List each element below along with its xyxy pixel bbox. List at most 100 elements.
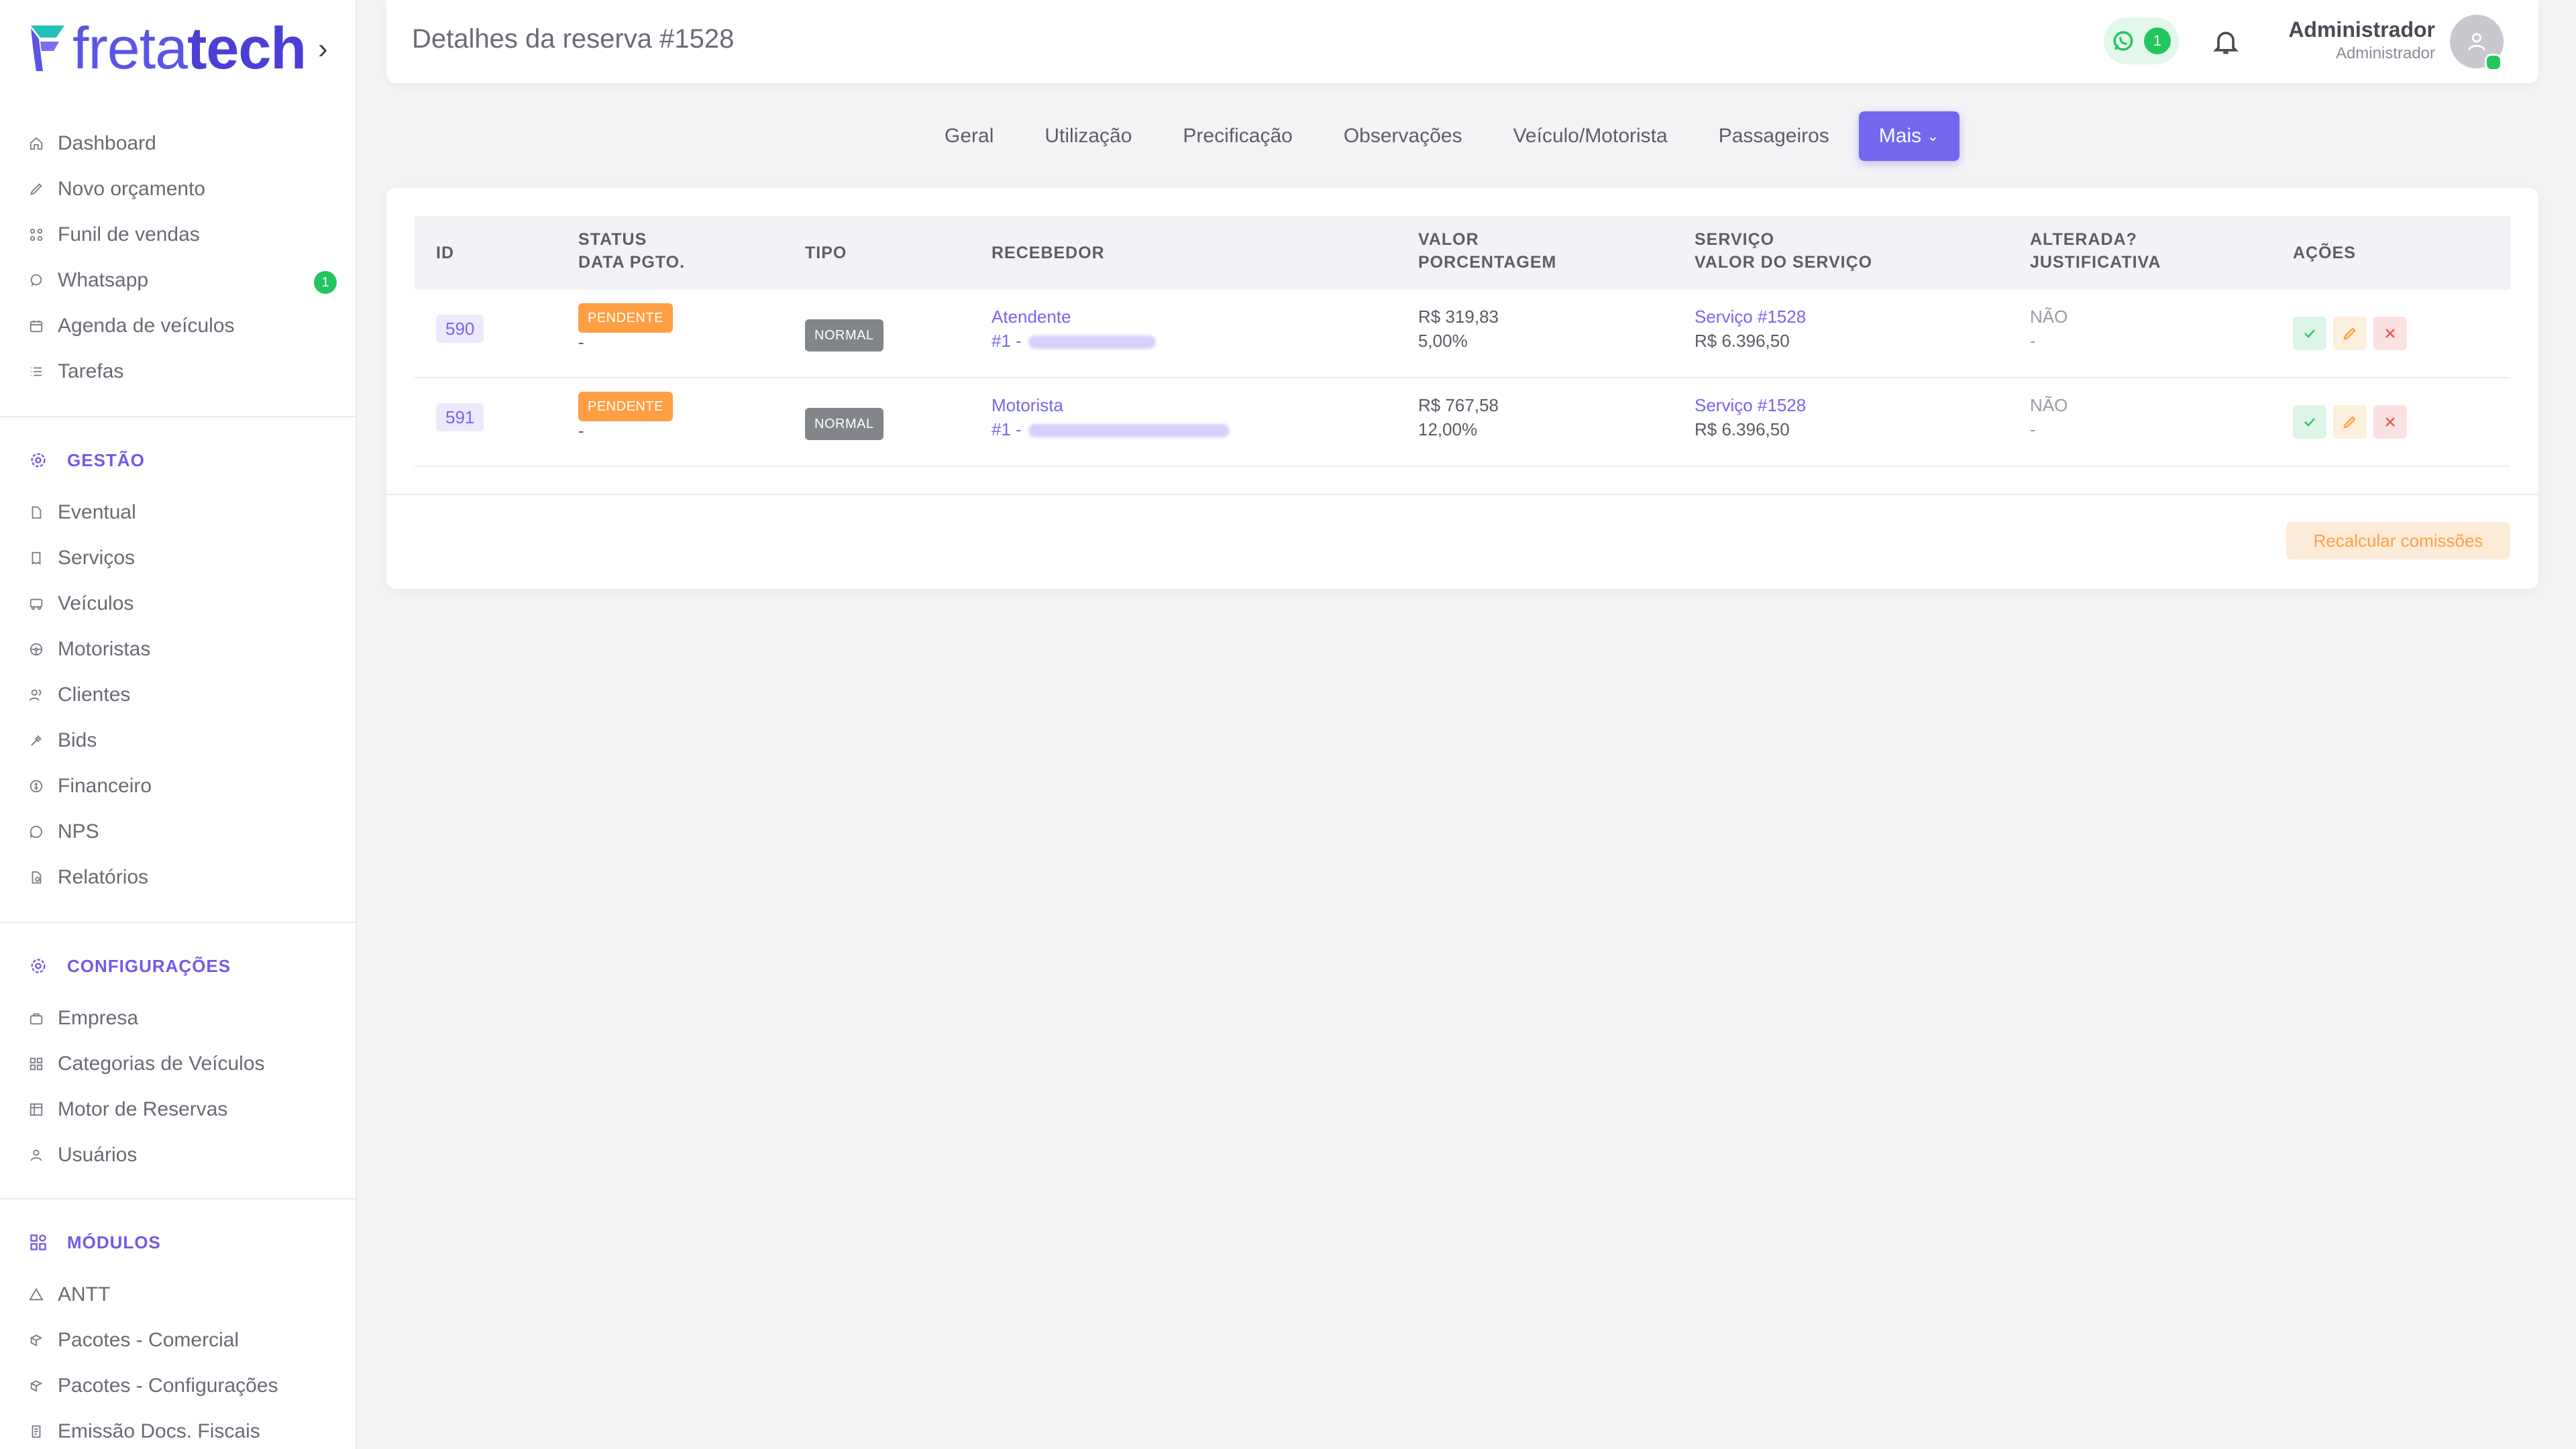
tab-geral[interactable]: Geral bbox=[919, 111, 1019, 161]
sidebar-item-label: Dashboard bbox=[58, 132, 156, 154]
package-icon bbox=[28, 1378, 44, 1394]
delete-button[interactable] bbox=[2373, 317, 2407, 350]
approve-button[interactable] bbox=[2293, 405, 2326, 439]
sidebar-item-antt[interactable]: ANTT bbox=[0, 1272, 356, 1318]
col-status: STATUS bbox=[578, 230, 647, 249]
sidebar-item-emissao-docs-fiscais[interactable]: Emissão Docs. Fiscais bbox=[0, 1409, 356, 1449]
recalculate-commissions-button[interactable]: Recalcular comissões bbox=[2286, 522, 2510, 559]
col-justificativa: JUSTIFICATIVA bbox=[2030, 253, 2161, 272]
page-title: Detalhes da reserva #1528 bbox=[412, 24, 735, 54]
brand-logo[interactable]: fretatech bbox=[27, 15, 307, 82]
menu-gestao: Eventual Serviços Veículos Motoristas Cl… bbox=[0, 490, 356, 900]
col-valor-do-servico: VALOR DO SERVIÇO bbox=[1695, 253, 1873, 272]
tab-observacoes[interactable]: Observações bbox=[1318, 111, 1488, 161]
col-alterada: ALTERADA? bbox=[2030, 230, 2137, 249]
sidebar-item-pacotes-configuracoes[interactable]: Pacotes - Configurações bbox=[0, 1363, 356, 1409]
edit-button[interactable] bbox=[2333, 405, 2367, 439]
sidebar-item-categorias-de-veiculos[interactable]: Categorias de Veículos bbox=[0, 1041, 356, 1087]
calendar-icon bbox=[28, 318, 44, 334]
gavel-icon bbox=[28, 733, 44, 749]
sidebar-item-novo-orcamento[interactable]: Novo orçamento bbox=[0, 166, 356, 212]
recipient-name-link[interactable]: #1 - bbox=[991, 417, 1230, 441]
approve-button[interactable] bbox=[2293, 317, 2326, 350]
payment-date: - bbox=[578, 421, 584, 441]
type-badge: NORMAL bbox=[805, 319, 883, 352]
altered-flag: NÃO bbox=[2030, 395, 2068, 415]
chat-icon bbox=[28, 272, 44, 288]
check-icon bbox=[2304, 329, 2315, 338]
sidebar-item-financeiro[interactable]: Financeiro bbox=[0, 763, 356, 809]
recipient-name-link[interactable]: #1 - bbox=[991, 329, 1156, 353]
tab-precificacao[interactable]: Precificação bbox=[1157, 111, 1318, 161]
delete-button[interactable] bbox=[2373, 405, 2407, 439]
service-link[interactable]: Serviço #1528 bbox=[1695, 393, 1806, 417]
service-link[interactable]: Serviço #1528 bbox=[1695, 305, 1806, 329]
tab-veiculo-motorista[interactable]: Veículo/Motorista bbox=[1488, 111, 1693, 161]
package-icon bbox=[28, 1332, 44, 1348]
recipient-role-link[interactable]: Motorista bbox=[991, 393, 1063, 417]
sidebar-item-pacotes-comercial[interactable]: Pacotes - Comercial bbox=[0, 1318, 356, 1363]
sidebar-item-motoristas[interactable]: Motoristas bbox=[0, 627, 356, 672]
sidebar-item-clientes[interactable]: Clientes bbox=[0, 672, 356, 718]
list-icon bbox=[28, 364, 44, 380]
building-icon bbox=[28, 1010, 44, 1026]
sidebar-item-motor-de-reservas[interactable]: Motor de Reservas bbox=[0, 1087, 356, 1132]
user-icon bbox=[28, 1147, 44, 1163]
sidebar-item-label: NPS bbox=[58, 820, 99, 843]
sidebar-item-label: Serviços bbox=[58, 547, 136, 569]
commission-value: R$ 319,83 bbox=[1418, 307, 1499, 327]
edit-button[interactable] bbox=[2333, 317, 2367, 350]
pencil-icon bbox=[2343, 327, 2356, 340]
menu-top: Dashboard Novo orçamento Funil de vendas… bbox=[0, 121, 356, 394]
receipt-icon bbox=[28, 550, 44, 566]
sidebar-item-whatsapp[interactable]: Whatsapp 1 bbox=[0, 258, 356, 303]
sidebar-item-label: Agenda de veículos bbox=[58, 315, 235, 337]
whatsapp-button[interactable]: 1 bbox=[2104, 17, 2179, 64]
sidebar-item-funil-de-vendas[interactable]: Funil de vendas bbox=[0, 212, 356, 258]
col-id: ID bbox=[436, 244, 454, 262]
sidebar-item-label: Empresa bbox=[58, 1007, 139, 1029]
sidebar-item-bids[interactable]: Bids bbox=[0, 718, 356, 763]
whatsapp-icon bbox=[2113, 31, 2133, 51]
sidebar-item-empresa[interactable]: Empresa bbox=[0, 996, 356, 1041]
menu-modulos: ANTT Pacotes - Comercial Pacotes - Confi… bbox=[0, 1272, 356, 1449]
commissions-table: ID STATUS DATA PGTO. TIPO RECEBEDOR VALO… bbox=[415, 216, 2510, 467]
sidebar-item-eventual[interactable]: Eventual bbox=[0, 490, 356, 535]
top-header: Detalhes da reserva #1528 1 Administrado… bbox=[386, 0, 2538, 83]
sidebar-item-nps[interactable]: NPS bbox=[0, 809, 356, 855]
sidebar-item-usuarios[interactable]: Usuários bbox=[0, 1132, 356, 1178]
sidebar-item-label: Whatsapp bbox=[58, 269, 149, 291]
tab-utilizacao[interactable]: Utilização bbox=[1019, 111, 1157, 161]
commission-id-badge[interactable]: 591 bbox=[436, 403, 484, 431]
sidebar-item-dashboard[interactable]: Dashboard bbox=[0, 121, 356, 166]
sidebar-item-label: Tarefas bbox=[58, 360, 124, 382]
commission-percentage: 12,00% bbox=[1418, 419, 1478, 439]
collapse-sidebar-chevron-icon[interactable]: › bbox=[318, 32, 328, 66]
recipient-ref: #1 - bbox=[991, 419, 1022, 439]
sidebar-item-label: Motoristas bbox=[58, 638, 151, 660]
whatsapp-count-badge: 1 bbox=[2144, 28, 2171, 54]
gear-icon bbox=[28, 956, 48, 976]
pencil-icon bbox=[2343, 416, 2356, 429]
tab-mais[interactable]: Mais ⌄ bbox=[1858, 111, 1960, 161]
sidebar-item-agenda-de-veiculos[interactable]: Agenda de veículos bbox=[0, 303, 356, 349]
user-name[interactable]: Administrador bbox=[2288, 17, 2435, 42]
bell-icon[interactable] bbox=[2211, 27, 2241, 56]
tab-passageiros[interactable]: Passageiros bbox=[1693, 111, 1855, 161]
users-icon bbox=[28, 687, 44, 703]
sidebar-item-veiculos[interactable]: Veículos bbox=[0, 581, 356, 627]
commission-value: R$ 767,58 bbox=[1418, 395, 1499, 415]
sidebar-item-tarefas[interactable]: Tarefas bbox=[0, 349, 356, 394]
commission-id-badge[interactable]: 590 bbox=[436, 315, 484, 343]
steering-wheel-icon bbox=[28, 641, 44, 657]
redacted-name bbox=[1028, 335, 1156, 350]
payment-date: - bbox=[578, 332, 584, 352]
sidebar-item-label: Eventual bbox=[58, 501, 136, 523]
sidebar-item-relatorios[interactable]: Relatórios bbox=[0, 855, 356, 900]
sidebar-item-servicos[interactable]: Serviços bbox=[0, 535, 356, 581]
menu-configuracoes: Empresa Categorias de Veículos Motor de … bbox=[0, 996, 356, 1178]
section-title-configuracoes: CONFIGURAÇÕES bbox=[28, 953, 231, 979]
recipient-role-link[interactable]: Atendente bbox=[991, 305, 1071, 329]
fretatech-logo-icon bbox=[31, 25, 64, 71]
document-icon bbox=[28, 1424, 44, 1440]
